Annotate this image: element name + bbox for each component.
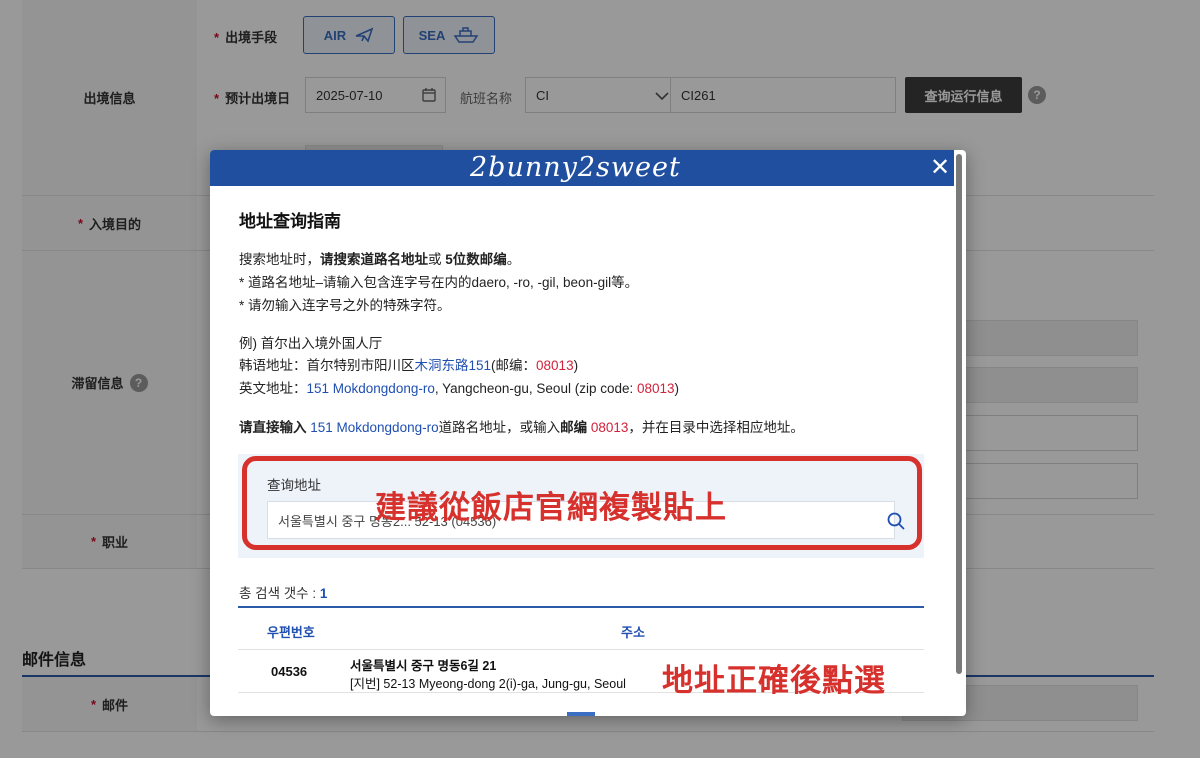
- address-column-header: 주소: [621, 625, 645, 640]
- pagination-indicator[interactable]: [567, 712, 595, 716]
- zip-column-header: 우편번호: [267, 625, 315, 640]
- example-korean-address: 韩语地址：首尔特别市阳川区木洞东路151(邮编：08013): [239, 358, 579, 373]
- guide-line-1: 搜索地址时，请搜索道路名地址或 5位数邮编。: [239, 252, 521, 267]
- example-english-address: 英文地址：151 Mokdongdong-ro, Yangcheon-gu, S…: [239, 381, 680, 396]
- result-zip[interactable]: 04536: [271, 664, 307, 679]
- watermark: 2bunny2sweet: [470, 152, 681, 183]
- annotation-select-tip: 地址正確後點選: [662, 663, 886, 698]
- table-header-divider: [238, 649, 924, 650]
- guide-line-3: * 请勿输入连字号之外的特殊字符。: [239, 298, 451, 313]
- address-search-modal: 2bunny2sweet ✕ 地址查询指南 搜索地址时，请搜索道路名地址或 5位…: [210, 150, 966, 716]
- modal-title: 地址查询指南: [239, 212, 341, 231]
- modal-header: 2bunny2sweet ✕: [210, 150, 954, 186]
- example-heading: 例) 首尔出入境外国人厅: [239, 336, 383, 351]
- result-jibun-address[interactable]: [지번] 52-13 Myeong-dong 2(i)-ga, Jung-gu,…: [350, 673, 626, 692]
- result-road-address[interactable]: 서울특별시 중구 명동6길 21: [350, 655, 496, 674]
- table-top-border: [238, 606, 924, 608]
- result-count: 총 검색 갯수 : 1: [239, 586, 328, 601]
- input-instruction: 请直接输入 151 Mokdongdong-ro道路名地址，或输入邮编 0801…: [239, 420, 804, 435]
- annotation-copy-tip: 建議從飯店官網複製貼上: [375, 490, 727, 525]
- modal-scrollbar[interactable]: [956, 154, 962, 674]
- guide-line-2: * 道路名地址–请输入包含连字号在内的daero, -ro, -gil, beo…: [239, 275, 639, 290]
- close-icon[interactable]: ✕: [928, 156, 952, 180]
